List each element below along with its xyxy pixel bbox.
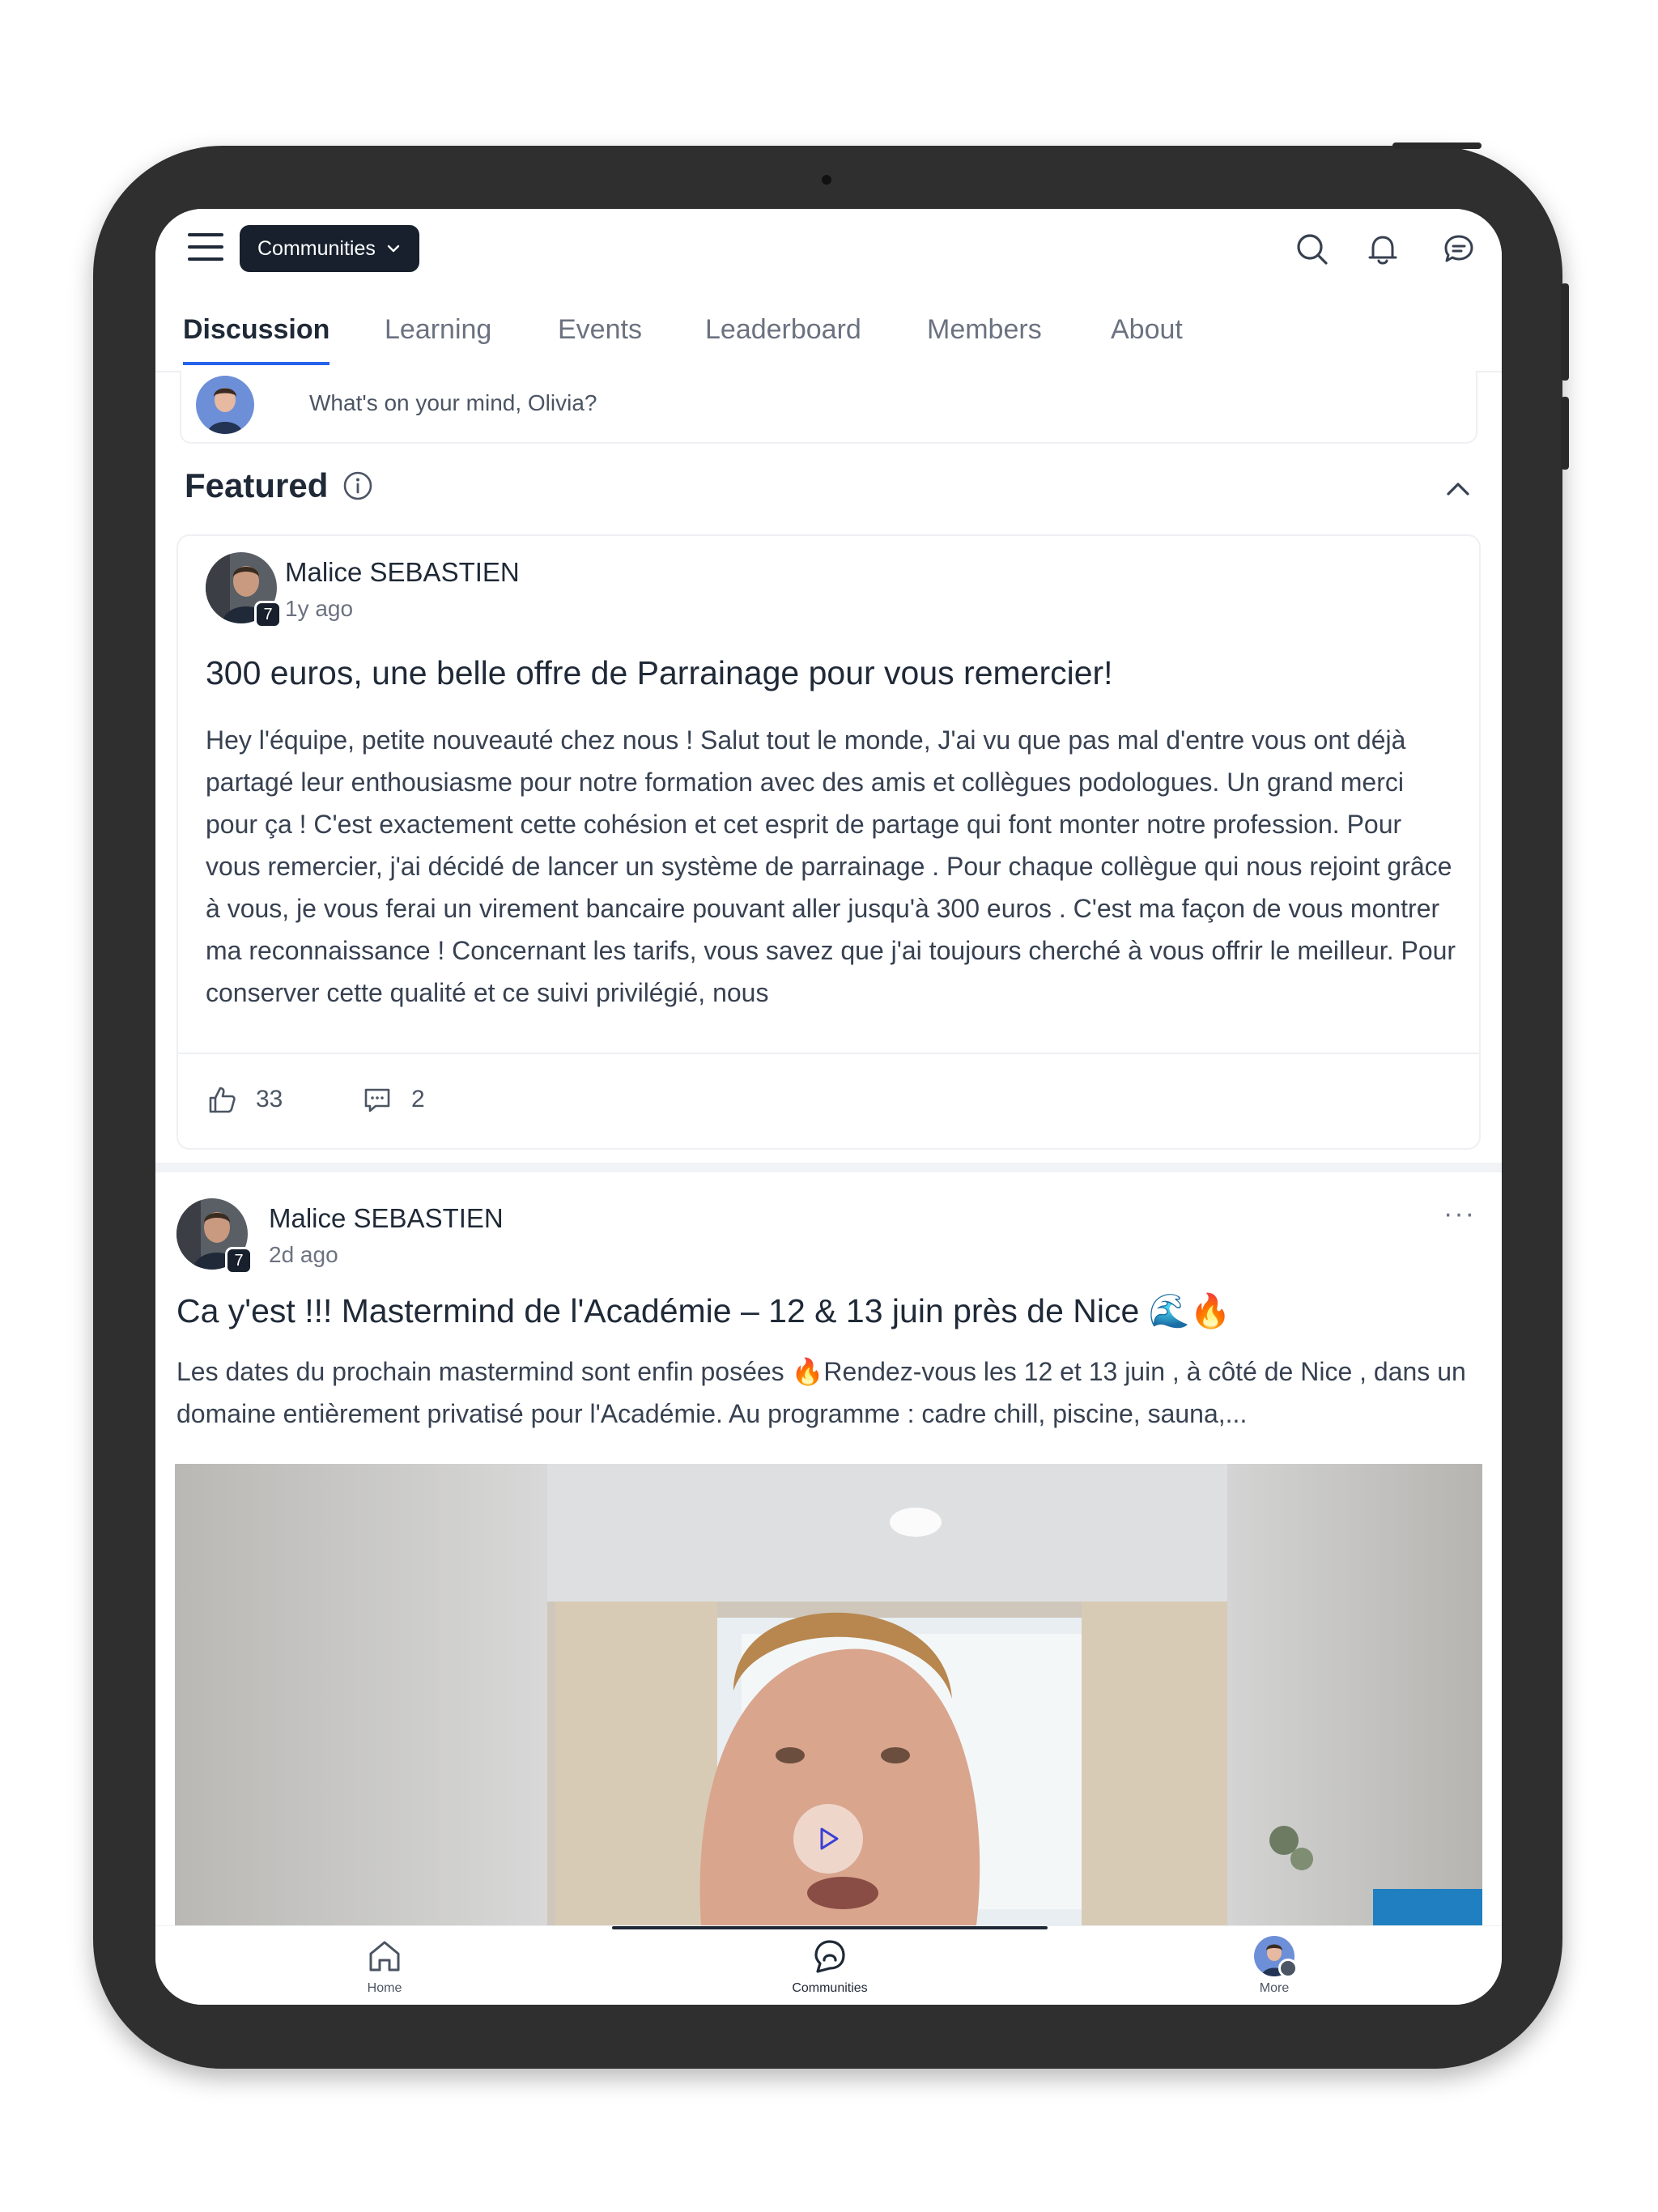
menu-badge-icon [1278,1959,1298,1978]
tab-about[interactable]: About [1111,314,1183,362]
tab-learning[interactable]: Learning [385,314,491,362]
more-options-icon[interactable]: ··· [1443,1198,1476,1230]
post-title[interactable]: 300 euros, une belle offre de Parrainage… [206,654,1452,692]
play-icon [820,1827,839,1850]
author-avatar[interactable]: 7 [206,552,282,628]
post-body: Hey l'équipe, petite nouveauté chez nous… [206,725,1456,1007]
communities-dropdown[interactable]: Communities [240,225,419,272]
tab-events[interactable]: Events [558,314,642,362]
tab-bar: Discussion Learning Events Leaderboard M… [155,291,1502,372]
like-count: 33 [256,1086,283,1112]
author-avatar[interactable]: 7 [176,1198,253,1274]
nav-home-label: Home [367,1981,402,1995]
collapse-chevron-up-icon[interactable] [1442,473,1474,505]
bell-icon[interactable] [1363,230,1402,269]
post-title[interactable]: Ca y'est !!! Mastermind de l'Académie – … [176,1292,1472,1331]
device-side-button [1561,397,1569,470]
info-icon[interactable] [342,470,373,501]
featured-heading: Featured [185,466,373,505]
communities-dropdown-label: Communities [257,236,376,260]
like-button[interactable]: 33 [206,1083,283,1116]
device-side-button [1561,283,1569,381]
chevron-down-icon [387,245,400,253]
composer-placeholder: What's on your mind, Olivia? [309,390,597,415]
post-author[interactable]: Malice SEBASTIEN [269,1203,504,1234]
nav-communities[interactable]: Communities [773,1936,886,1996]
device-top-button [1392,143,1482,149]
search-icon[interactable] [1293,230,1332,269]
thumbs-up-icon [209,1087,236,1113]
app-screen: Communities Discussion Learning Events L… [155,209,1502,2005]
comment-count: 2 [411,1086,425,1112]
post-time: 2d ago [269,1242,338,1267]
avatar [1254,1936,1298,1978]
top-bar: Communities [155,209,1502,291]
post-time: 1y ago [285,596,354,621]
divider [178,1053,1479,1054]
video-thumbnail[interactable] [175,1464,1482,1925]
post-composer[interactable]: What's on your mind, Olivia? [180,371,1477,444]
bottom-nav: Home Communities More [155,1925,1502,2005]
user-avatar [196,376,254,434]
nav-more[interactable]: More [1218,1936,1331,1996]
tab-leaderboard[interactable]: Leaderboard [705,314,861,362]
active-indicator [612,1926,1048,1929]
front-camera [822,175,831,185]
nav-more-label: More [1259,1981,1290,1995]
comment-icon [364,1088,390,1112]
nav-home[interactable]: Home [328,1936,441,1996]
play-button[interactable] [793,1804,863,1874]
comment-button[interactable]: 2 [361,1083,425,1116]
level-badge: 7 [225,1247,253,1274]
nav-communities-label: Communities [792,1981,868,1995]
chat-icon[interactable] [1439,230,1478,269]
tab-members[interactable]: Members [927,314,1042,362]
menu-icon[interactable] [188,233,223,266]
section-divider [155,1163,1502,1172]
post-excerpt: Les dates du prochain mastermind sont en… [176,1357,1466,1428]
featured-post-card[interactable]: 7 Malice SEBASTIEN 1y ago 300 euros, une… [176,534,1481,1150]
tab-discussion[interactable]: Discussion [183,314,330,365]
featured-title: Featured [185,466,329,504]
post-author[interactable]: Malice SEBASTIEN [285,557,520,588]
home-icon [369,1941,400,1972]
communities-icon [814,1940,845,1973]
level-badge: 7 [254,601,282,628]
